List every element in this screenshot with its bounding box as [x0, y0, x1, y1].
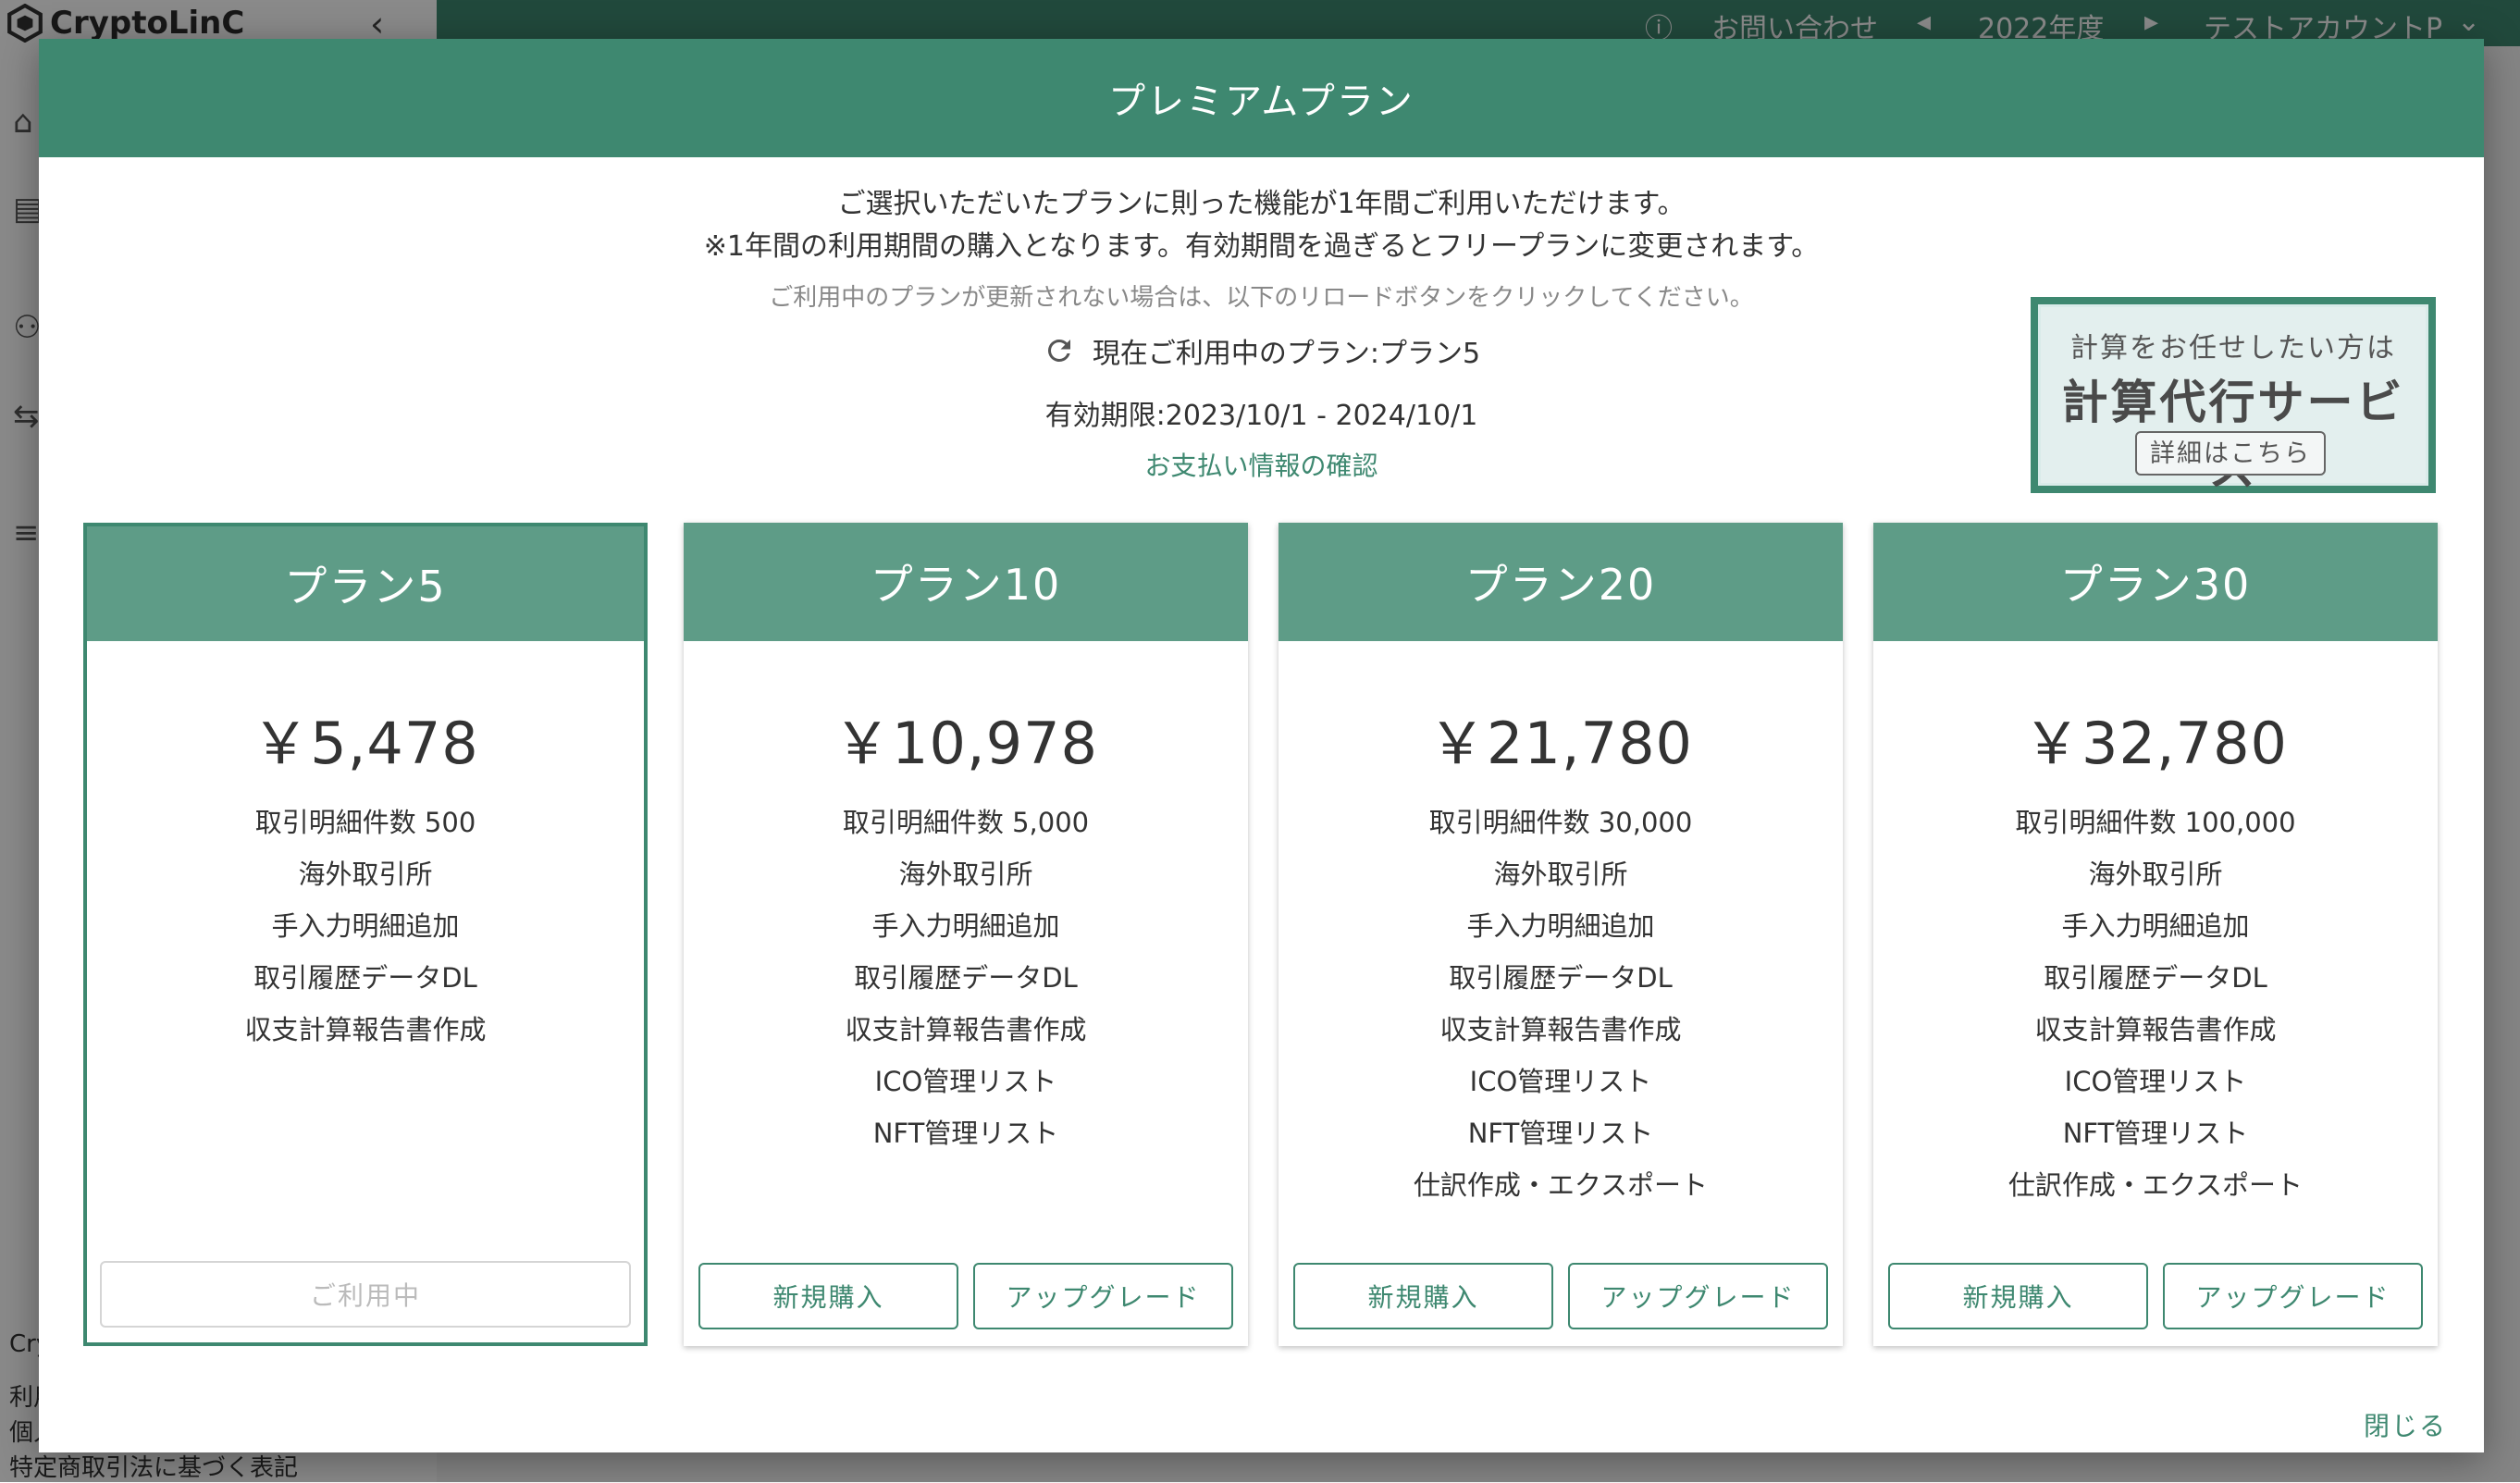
plan-card-30: プラン30 ￥32,780 取引明細件数 100,000 海外取引所 手入力明細… — [1873, 523, 2438, 1346]
feature-item: 収支計算報告書作成 — [1439, 1014, 1682, 1045]
feature-item: 仕訳作成・エクスポート — [2007, 1169, 2304, 1201]
plan-name: プラン5 — [87, 526, 644, 641]
plan-price: ￥5,478 — [252, 710, 479, 777]
feature-item: 海外取引所 — [298, 859, 433, 890]
new-purchase-button[interactable]: 新規購入 — [1293, 1263, 1553, 1329]
feature-item: 取引履歴データDL — [1449, 962, 1673, 994]
feature-item: 仕訳作成・エクスポート — [1413, 1169, 1709, 1201]
feature-list: 取引明細件数 500 海外取引所 手入力明細追加 取引履歴データDL 収支計算報… — [87, 797, 644, 1056]
feature-item: 収支計算報告書作成 — [244, 1014, 487, 1045]
feature-item: ICO管理リスト — [874, 1066, 1057, 1097]
plan-price: ￥10,978 — [834, 710, 1098, 777]
feature-item: 取引履歴データDL — [253, 962, 477, 994]
plan-name: プラン20 — [1279, 523, 1843, 641]
intro-text: ご選択いただいたプランに則った機能が1年間ご利用いただけます。 — [837, 188, 1686, 220]
feature-item: 取引履歴データDL — [2044, 962, 2267, 994]
promo-tagline: 計算をお任せしたい方は — [2070, 332, 2396, 365]
feature-item: 手入力明細追加 — [1466, 910, 1655, 942]
feature-item: 手入力明細追加 — [271, 910, 460, 942]
feature-item: NFT管理リスト — [872, 1118, 1059, 1149]
feature-item: 収支計算報告書作成 — [2034, 1014, 2277, 1045]
feature-item: 取引明細件数 30,000 — [1428, 807, 1693, 838]
feature-item: ICO管理リスト — [1469, 1066, 1652, 1097]
plan-card-5: プラン5 ￥5,478 取引明細件数 500 海外取引所 手入力明細追加 取引履… — [83, 523, 648, 1346]
feature-item: 海外取引所 — [898, 859, 1033, 890]
intro-note: ※1年間の利用期間の購入となります。有効期間を過ぎるとフリープランに変更されます… — [703, 230, 1820, 263]
feature-item: 取引明細件数 5,000 — [842, 807, 1090, 838]
feature-item: 手入力明細追加 — [2061, 910, 2250, 942]
plan-card-20: プラン20 ￥21,780 取引明細件数 30,000 海外取引所 手入力明細追… — [1279, 523, 1843, 1346]
calculation-service-banner[interactable]: 計算をお任せしたい方は 計算代行サービス 詳細はこちら — [2031, 297, 2436, 496]
current-plan-label: 現在ご利用中のプラン:プラン5 — [1092, 338, 1481, 370]
feature-list: 取引明細件数 100,000 海外取引所 手入力明細追加 取引履歴データDL 収… — [1873, 797, 2438, 1211]
feature-item: NFT管理リスト — [2062, 1118, 2249, 1149]
dialog-title: プレミアムプラン — [39, 39, 2484, 157]
feature-item: 海外取引所 — [2088, 859, 2223, 890]
feature-item: NFT管理リスト — [1467, 1118, 1654, 1149]
feature-item: 取引履歴データDL — [854, 962, 1078, 994]
upgrade-button[interactable]: アップグレード — [1568, 1263, 1828, 1329]
plan-name: プラン10 — [684, 523, 1248, 641]
in-use-button: ご利用中 — [100, 1261, 631, 1328]
reload-icon[interactable] — [1043, 334, 1076, 367]
upgrade-button[interactable]: アップグレード — [973, 1263, 1233, 1329]
feature-item: 取引明細件数 100,000 — [2015, 807, 2296, 838]
plan-price: ￥32,780 — [2023, 710, 2288, 777]
plan-card-10: プラン10 ￥10,978 取引明細件数 5,000 海外取引所 手入力明細追加… — [684, 523, 1248, 1346]
feature-item: 取引明細件数 500 — [254, 807, 476, 838]
plan-price: ￥21,780 — [1428, 710, 1693, 777]
feature-list: 取引明細件数 30,000 海外取引所 手入力明細追加 取引履歴データDL 収支… — [1279, 797, 1843, 1211]
upgrade-button[interactable]: アップグレード — [2163, 1263, 2423, 1329]
feature-item: 手入力明細追加 — [871, 910, 1060, 942]
feature-item: 海外取引所 — [1493, 859, 1628, 890]
feature-item: 収支計算報告書作成 — [845, 1014, 1087, 1045]
new-purchase-button[interactable]: 新規購入 — [698, 1263, 958, 1329]
promo-details-button[interactable]: 詳細はこちら — [2135, 431, 2326, 476]
plan-name: プラン30 — [1873, 523, 2438, 641]
new-purchase-button[interactable]: 新規購入 — [1888, 1263, 2148, 1329]
feature-item: ICO管理リスト — [2064, 1066, 2247, 1097]
close-button[interactable]: 閉じる — [2364, 1406, 2447, 1443]
premium-plan-dialog: プレミアムプラン ご選択いただいたプランに則った機能が1年間ご利用いただけます。… — [39, 39, 2484, 1452]
feature-list: 取引明細件数 5,000 海外取引所 手入力明細追加 取引履歴データDL 収支計… — [684, 797, 1248, 1159]
